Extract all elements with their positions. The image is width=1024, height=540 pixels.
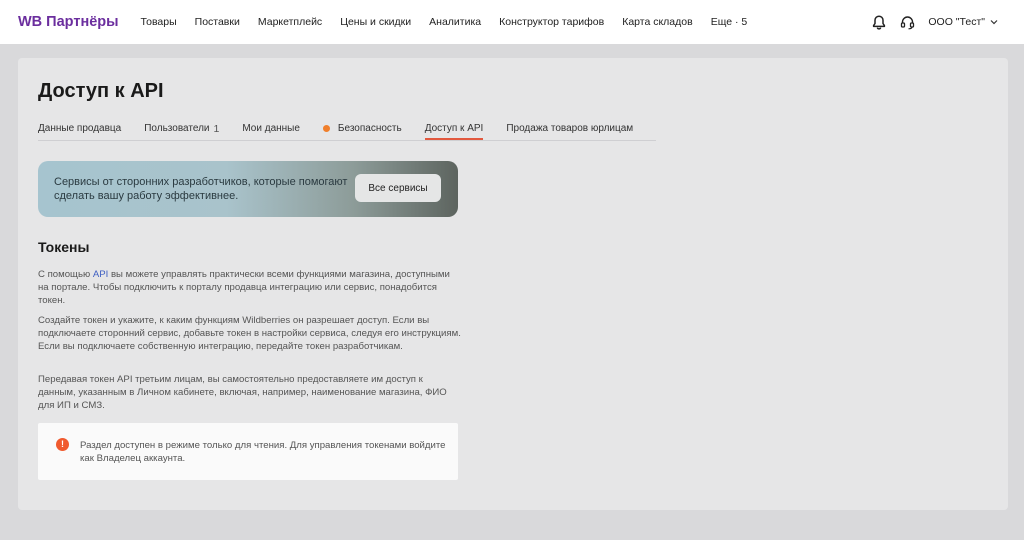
chevron-down-icon [990,16,998,28]
tab-label: Доступ к API [424,123,484,134]
alert-text: Раздел доступен в режиме только для чтен… [80,440,446,464]
nav-item-supplies[interactable]: Поставки [195,16,240,28]
tokens-paragraph-3: Передавая токен API третьим лицам, вы са… [38,374,447,411]
tab-seller-data[interactable]: Данные продавца [38,118,121,139]
third-party-services-banner: Сервисы от сторонних разработчиков, кото… [38,161,458,217]
top-navigation-bar: WB Партнёры Товары Поставки Маркетплейс … [0,0,1024,44]
nav-item-tariff-builder[interactable]: Конструктор тарифов [499,16,604,28]
tab-users[interactable]: Пользователи 1 [144,118,219,139]
tab-label: Продажа товаров юрлицам [506,123,634,134]
warning-dot-icon [322,125,330,132]
nav-item-marketplace[interactable]: Маркетплейс [258,16,322,28]
paragraph-text: С помощью [38,269,93,280]
read-only-alert: ! Раздел доступен в режиме только для чт… [38,423,458,480]
settings-tabs: Данные продавца Пользователи 1 Мои данные… [38,118,656,141]
api-link[interactable]: API [93,269,108,280]
nav-item-prices[interactable]: Цены и скидки [340,16,411,28]
logo[interactable]: WB Партнёры [18,14,119,30]
nav-item-more[interactable]: Еще · 5 [711,16,748,28]
nav-item-products[interactable]: Товары [141,16,177,28]
main-nav: Товары Поставки Маркетплейс Цены и скидк… [141,16,766,28]
tab-b2b-sales[interactable]: Продажа товаров юрлицам [506,118,633,139]
tab-security[interactable]: Безопасность [322,118,402,139]
tokens-heading: Токены [38,239,90,255]
page-title: Доступ к API [38,80,164,102]
tab-my-data[interactable]: Мои данные [242,118,300,139]
headset-icon[interactable] [898,13,916,31]
tab-label: Пользователи [144,123,210,134]
top-right-controls: ООО "Тест" [860,0,998,44]
tokens-paragraph-1: С помощью API вы можете управлять практи… [38,268,463,307]
tab-label: Данные продавца [38,123,122,134]
users-count-badge: 1 [213,122,220,135]
all-services-button[interactable]: Все сервисы [355,174,441,202]
nav-item-analytics[interactable]: Аналитика [429,16,481,28]
tokens-paragraph-2: Создайте токен и укажите, к каким функци… [38,315,461,352]
tab-label: Безопасность [337,123,402,134]
banner-text: Сервисы от сторонних разработчиков, кото… [54,176,348,202]
account-name: ООО "Тест" [928,16,985,28]
nav-item-warehouse-map[interactable]: Карта складов [622,16,693,28]
tab-label: Мои данные [242,123,300,134]
exclamation-icon: ! [56,438,69,451]
bell-icon[interactable] [870,13,888,31]
tab-api-access[interactable]: Доступ к API [424,118,484,140]
account-selector[interactable]: ООО "Тест" [928,16,998,28]
